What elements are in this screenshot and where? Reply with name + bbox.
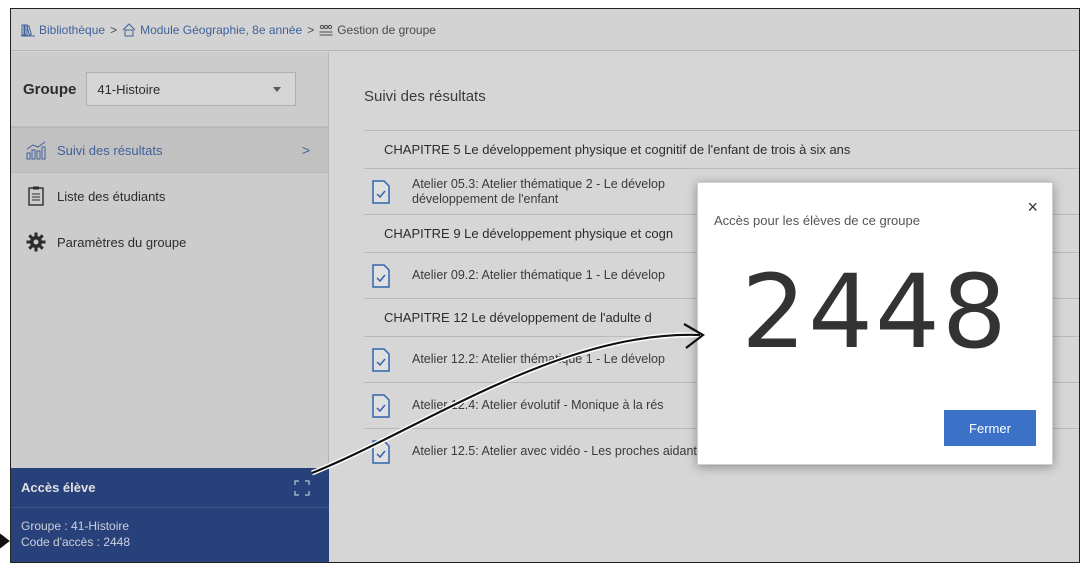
breadcrumb-library-label: Bibliothèque — [39, 22, 106, 37]
document-check-icon — [372, 263, 390, 288]
sidebar-item-label: Paramètres du groupe — [57, 234, 187, 250]
access-group-line: Groupe : 41-Histoire — [21, 519, 130, 533]
breadcrumb-current: Gestion de groupe — [319, 23, 436, 37]
breadcrumb-current-label: Gestion de groupe — [337, 22, 436, 37]
group-icon — [319, 24, 333, 35]
caret-down-icon — [273, 86, 282, 92]
student-access-header: Accès élève — [11, 468, 329, 508]
activity-title: Atelier 05.3: Atelier thématique 2 - Le … — [412, 177, 665, 207]
document-check-icon — [372, 393, 390, 418]
chevron-right-icon: > — [301, 142, 310, 158]
chart-icon — [25, 139, 47, 161]
group-selector-row: Groupe 41-Histoire — [11, 52, 328, 127]
breadcrumb-library[interactable]: Bibliothèque — [21, 23, 105, 37]
sidebar-item-results[interactable]: Suivi des résultats > — [11, 127, 328, 173]
sidebar-item-label: Suivi des résultats — [57, 142, 163, 158]
activity-line-1: Atelier 05.3: Atelier thématique 2 - Le … — [412, 176, 665, 191]
gear-icon — [25, 231, 47, 253]
activity-line-2: développement de l'enfant — [412, 191, 559, 206]
activity-title: Atelier 12.4: Atelier évolutif - Monique… — [412, 398, 664, 412]
student-access-body: Groupe : 41-Histoire Code d'accès : 2448 — [11, 508, 329, 550]
group-label: Groupe — [23, 80, 77, 98]
breadcrumb-separator: > — [307, 22, 315, 37]
expand-icon[interactable] — [293, 479, 311, 497]
chapter-row: CHAPITRE 5 Le développement physique et … — [364, 130, 1079, 168]
access-code-display: 2448 — [741, 253, 1009, 372]
student-access-title: Accès élève — [21, 480, 96, 495]
access-code-modal: Accès pour les élèves de ce groupe × 244… — [697, 182, 1053, 465]
chapter-title: CHAPITRE 5 Le développement physique et … — [384, 142, 851, 157]
breadcrumb: Bibliothèque > Module Géographie, 8e ann… — [11, 9, 1079, 51]
access-code-line: Code d'accès : 2448 — [21, 535, 131, 549]
modal-title: Accès pour les élèves de ce groupe — [714, 213, 920, 228]
sidebar-item-settings[interactable]: Paramètres du groupe — [11, 219, 328, 265]
student-access-panel: Accès élève Groupe : 41-Histoire Code d'… — [11, 468, 329, 562]
library-icon — [21, 24, 35, 36]
document-check-icon — [372, 179, 390, 204]
group-select-value: 41-Histoire — [97, 81, 161, 97]
close-icon[interactable]: × — [1027, 197, 1038, 218]
group-select[interactable]: 41-Histoire — [86, 72, 297, 106]
chapter-title: CHAPITRE 9 Le développement physique et … — [384, 226, 674, 241]
chapter-title: CHAPITRE 12 Le développement de l'adulte… — [384, 310, 652, 325]
document-check-icon — [372, 347, 390, 372]
page-title: Suivi des résultats — [364, 88, 486, 105]
close-button[interactable]: Fermer — [944, 410, 1036, 446]
document-check-icon — [372, 439, 390, 464]
activity-title: Atelier 12.5: Atelier avec vidéo - Les p… — [412, 444, 704, 458]
list-icon — [25, 185, 47, 207]
home-icon — [122, 22, 136, 36]
breadcrumb-module[interactable]: Module Géographie, 8e année — [122, 23, 302, 37]
activity-title: Atelier 12.2: Atelier thématique 1 - Le … — [412, 352, 665, 366]
sidebar-item-students[interactable]: Liste des étudiants — [11, 173, 328, 219]
sidebar-item-label: Liste des étudiants — [57, 188, 166, 204]
breadcrumb-module-label: Module Géographie, 8e année — [140, 22, 303, 37]
breadcrumb-separator: > — [110, 22, 118, 37]
annotation-pointer-arrow — [0, 533, 10, 549]
activity-title: Atelier 09.2: Atelier thématique 1 - Le … — [412, 268, 665, 282]
sidebar: Groupe 41-Histoire Suivi des résultats >… — [11, 52, 329, 562]
